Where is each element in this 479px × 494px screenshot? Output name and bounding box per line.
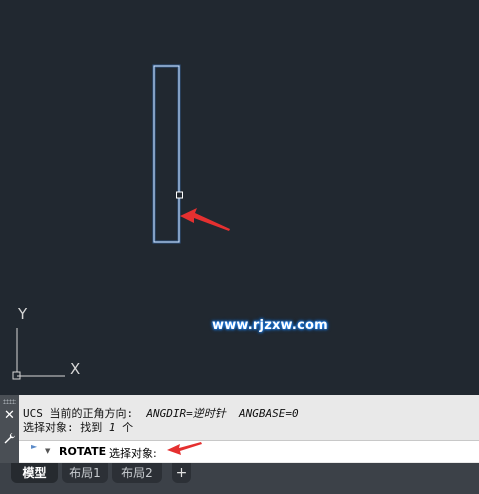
red-arrow-prompt-icon [167,442,202,455]
canvas-drawing [12,64,230,380]
recent-commands-dropdown-icon[interactable]: ▼ [45,447,50,455]
layout-tabs-bar: 模型 布局1 布局2 + [0,463,479,494]
tab-layout2[interactable]: 布局2 [112,463,162,483]
command-prompt: 选择对象: [109,447,157,460]
history-line2-prefix: 选择对象: 找到 [23,421,109,434]
ucs-x-label: X [70,360,81,378]
history-line1-prefix: UCS 当前的正角方向: [23,407,147,420]
selected-rectangle-edge [153,65,180,243]
history-expand-icon[interactable]: ► [31,442,37,451]
command-panel-sidebar: ✕ [0,395,19,463]
add-layout-button[interactable]: + [172,463,191,483]
close-icon[interactable]: ✕ [0,407,19,425]
command-name: ROTATE [59,445,107,458]
watermark-text: www.rjzxw.com [212,318,328,333]
command-panel: ✕ UCS 当前的正角方向: ANGDIR=逆时针 ANGBASE=0 选择对象… [0,395,479,463]
ucs-y-label: Y [18,305,28,323]
drawing-canvas[interactable]: Y X www.rjzxw.com [0,0,479,395]
history-line2-suffix: 个 [115,421,134,434]
history-line2-count: 1 [108,421,116,434]
customize-wrench-icon[interactable] [0,429,19,447]
drag-grip-icon[interactable] [3,399,16,404]
command-line-input[interactable]: ► ▼ ROTATE 选择对象: [19,440,479,462]
red-arrow-icon [180,208,230,231]
selected-rectangle[interactable] [152,64,181,244]
grip-handle[interactable] [176,191,183,199]
history-angdir: ANGDIR=逆时针 ANGBASE=0 [146,407,299,420]
wrench-icon [4,433,15,444]
ucs-icon [12,328,65,380]
tab-layout1[interactable]: 布局1 [62,463,108,483]
command-history: UCS 当前的正角方向: ANGDIR=逆时针 ANGBASE=0 选择对象: … [23,407,299,435]
tab-model[interactable]: 模型 [11,463,58,483]
